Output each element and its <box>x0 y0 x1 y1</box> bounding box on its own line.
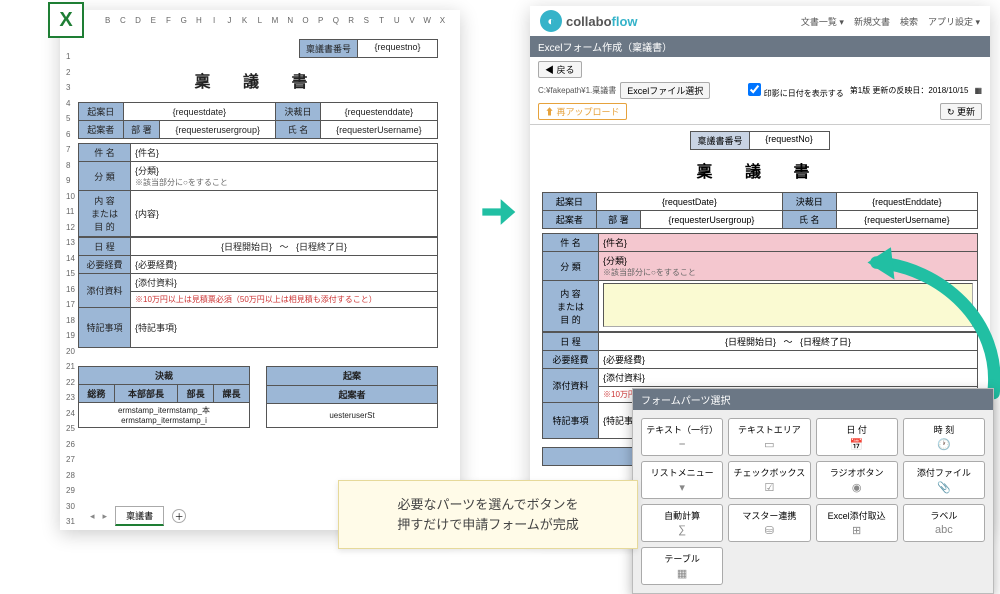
version-label: 第1版 更新の反映日：2018/10/15 <box>850 85 969 96</box>
part-4[interactable]: リストメニュー▾ <box>641 461 723 499</box>
update-button[interactable]: ↻ 更新 <box>940 103 982 120</box>
nav-search[interactable]: 検索 <box>900 15 918 28</box>
approval-title: 決裁 <box>79 367 250 385</box>
part-10[interactable]: Excel添付取込⊞ <box>816 504 898 542</box>
nav-doclist[interactable]: 文書一覧 ▾ <box>801 15 844 28</box>
subject-value: {件名} <box>131 144 438 162</box>
page-bar: Excelフォーム作成（稟議書） <box>530 36 990 57</box>
part-icon: 📅 <box>850 438 864 451</box>
category-value: {分類} <box>135 166 159 176</box>
content-value: {内容} <box>131 191 438 237</box>
parts-palette: フォームパーツ選択 テキスト（一行）⎯テキストエリア▭日 付📅時 刻🕐 リストメニ… <box>632 388 994 594</box>
explain-callout: 必要なパーツを選んでボタンを 押すだけで申請フォームが完成 <box>338 480 638 549</box>
part-11[interactable]: ラベルabc <box>903 504 985 542</box>
req-date-label: 起案日 <box>79 103 124 121</box>
cf-content-textarea[interactable] <box>603 283 973 327</box>
req-date-value: {requestdate} <box>123 103 276 121</box>
cf-content-label: 内 容 または 目 的 <box>543 281 599 332</box>
part-icon: ⛁ <box>765 524 774 537</box>
back-button[interactable]: ◀ 戻る <box>538 61 582 78</box>
part-9[interactable]: マスター連携⛁ <box>728 504 810 542</box>
arrow-right-icon <box>475 190 519 244</box>
cf-subject-value[interactable]: {件名} <box>599 234 978 252</box>
cf-docno-label: 稟議書番号 <box>690 131 749 150</box>
form-title: 稟 議 書 <box>78 68 438 92</box>
remark-value: {特記事項} <box>131 308 438 348</box>
part-icon: ◉ <box>852 481 862 494</box>
excel-row-numbers: 1234567891011121314151617181920212223242… <box>66 50 75 530</box>
excel-icon: X <box>48 2 84 38</box>
doc-number-label: 稟議書番号 <box>299 39 358 58</box>
calendar-icon[interactable]: ▦ <box>974 86 982 95</box>
part-12[interactable]: テーブル▦ <box>641 547 723 585</box>
part-icon: ▭ <box>764 438 774 451</box>
palette-title: フォームパーツ選択 <box>633 389 993 410</box>
schedule-end: {日程終了日} <box>296 242 347 252</box>
schedule-tilde: 〜 <box>279 242 288 252</box>
doc-number-value: {requestno} <box>358 39 438 58</box>
part-8[interactable]: 自動計算∑ <box>641 504 723 542</box>
subject-label: 件 名 <box>79 144 131 162</box>
part-3[interactable]: 時 刻🕐 <box>903 418 985 456</box>
part-icon: ∑ <box>678 524 686 536</box>
part-icon: ▾ <box>679 481 685 494</box>
content-label: 内 容 または 目 的 <box>79 191 131 237</box>
stamp-row: ermstamp_itermstamp_本ermstamp_itermstamp… <box>79 403 250 428</box>
name-value: {requesterUsername} <box>320 121 437 139</box>
category-note: ※該当部分に○をすること <box>135 178 228 187</box>
schedule-start: {日程開始日} <box>221 242 272 252</box>
logo-icon: ◐ <box>540 10 562 32</box>
remark-label: 特記事項 <box>79 308 131 348</box>
part-icon: ⎯ <box>679 438 685 451</box>
upload-icon: ⬆ <box>545 107 554 117</box>
stamp-date-checkbox[interactable]: 印影に日付を表示する <box>748 83 843 99</box>
excel-column-headers: BCDEFGHIJKLMNOPQRSTUVWX <box>78 16 450 25</box>
part-icon: ☑ <box>764 481 774 494</box>
approval-table-right: 起案 起案者 uesteruserSt <box>266 366 438 428</box>
file-select-button[interactable]: Excelファイル選択 <box>620 82 710 99</box>
sheet-nav-prev[interactable]: ◂ <box>90 511 95 522</box>
nav-newdoc[interactable]: 新規文書 <box>854 15 890 28</box>
add-sheet-button[interactable]: ＋ <box>172 509 186 523</box>
part-icon: ⊞ <box>852 524 861 537</box>
part-6[interactable]: ラジオボタン◉ <box>816 461 898 499</box>
category-label: 分 類 <box>79 162 131 191</box>
part-5[interactable]: チェックボックス☑ <box>728 461 810 499</box>
cost-value: {必要経費} <box>131 256 438 274</box>
part-2[interactable]: 日 付📅 <box>816 418 898 456</box>
part-icon: 🕐 <box>937 438 951 451</box>
attach-value: {添付資料} <box>131 274 438 292</box>
approval-right-title: 起案 <box>267 367 438 386</box>
excel-panel: BCDEFGHIJKLMNOPQRSTUVWX 1234567891011121… <box>60 10 460 530</box>
sheet-tab[interactable]: 稟議書 <box>115 506 164 526</box>
cf-docno-value: {requestNo} <box>750 131 830 150</box>
part-icon: 📎 <box>937 481 951 494</box>
name-label: 氏 名 <box>276 121 321 139</box>
dept-label: 部 署 <box>123 121 160 139</box>
schedule-label: 日 程 <box>79 238 131 256</box>
reupload-button[interactable]: ⬆ 再アップロード <box>538 103 627 120</box>
cf-subject-label: 件 名 <box>543 234 599 252</box>
top-nav: 文書一覧 ▾ 新規文書 検索 アプリ設定 ▾ <box>801 15 980 28</box>
part-icon: ▦ <box>677 567 687 580</box>
nav-appsettings[interactable]: アプリ設定 ▾ <box>928 15 980 28</box>
cf-form-title: 稟 議 書 <box>542 158 978 182</box>
file-path: C:¥fakepath¥1.稟議書 <box>538 85 616 96</box>
dept-value: {requesterusergroup} <box>160 121 276 139</box>
part-icon: abc <box>935 524 953 536</box>
sheet-nav-next[interactable]: ▸ <box>103 511 108 522</box>
cf-category-label: 分 類 <box>543 252 599 281</box>
dec-date-value: {requestenddate} <box>320 103 437 121</box>
collaboflow-logo: ◐ collaboflow <box>540 10 638 32</box>
dec-date-label: 決裁日 <box>276 103 321 121</box>
part-0[interactable]: テキスト（一行）⎯ <box>641 418 723 456</box>
cost-label: 必要経費 <box>79 256 131 274</box>
part-7[interactable]: 添付ファイル📎 <box>903 461 985 499</box>
part-1[interactable]: テキストエリア▭ <box>728 418 810 456</box>
attach-note: ※10万円以上は見積票必須（50万円以上は相見積も添付すること） <box>135 295 377 304</box>
req-user-label: 起案者 <box>79 121 124 139</box>
approval-table-left: 決裁 総務 本部部長 部長 課長 ermstamp_itermstamp_本er… <box>78 366 250 428</box>
attach-label: 添付資料 <box>79 274 131 308</box>
